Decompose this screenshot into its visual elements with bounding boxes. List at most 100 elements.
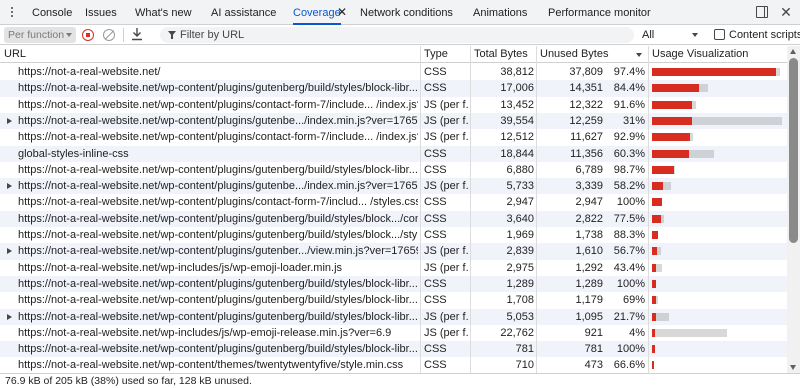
unused-percent-cell: 84.4% — [613, 82, 645, 95]
tab-network-conditions[interactable]: Network conditions — [360, 0, 453, 25]
table-scrollbar[interactable] — [787, 46, 800, 373]
unused-bytes-cell: 473 — [584, 359, 603, 372]
chevron-down-icon — [66, 33, 72, 37]
type-cell: CSS — [424, 229, 447, 241]
unused-bytes-cell: 1,289 — [575, 277, 603, 290]
usage-visualization-bar — [652, 345, 655, 354]
table-row[interactable]: https://not-a-real-website.net/wp-conten… — [0, 243, 787, 260]
unused-percent-cell: 43.4% — [613, 261, 645, 274]
unused-bytes-cell: 11,356 — [570, 147, 603, 160]
scroll-down-icon[interactable] — [790, 365, 796, 370]
table-row[interactable]: https://not-a-real-website.net/wp-conten… — [0, 227, 787, 243]
type-filter-value: All — [642, 29, 655, 41]
table-row[interactable]: https://not-a-real-website.net/wp-conten… — [0, 292, 787, 308]
total-bytes-cell: 12,512 — [500, 131, 534, 144]
type-cell: JS (per f... — [424, 131, 468, 144]
total-bytes-cell: 6,880 — [506, 163, 534, 176]
total-bytes-cell: 38,812 — [500, 66, 534, 78]
unused-bytes-cell: 14,351 — [569, 82, 603, 95]
column-header-url[interactable]: URL — [0, 46, 420, 63]
export-download-icon[interactable] — [130, 27, 144, 42]
unused-bytes-bar — [652, 296, 656, 305]
type-cell: CSS — [424, 82, 447, 95]
unused-bytes-bar — [652, 100, 693, 109]
table-row[interactable]: https://not-a-real-website.net/wp-conten… — [0, 112, 787, 130]
chevron-down-icon — [692, 33, 698, 37]
url-cell: https://not-a-real-website.net/wp-conten… — [18, 343, 418, 356]
unused-bytes-cell: 781 — [584, 343, 603, 356]
expand-row-icon[interactable] — [7, 248, 12, 255]
total-bytes-cell: 2,947 — [506, 196, 534, 209]
url-cell: https://not-a-real-website.net/wp-conten… — [18, 212, 418, 225]
tab-issues[interactable]: Issues — [85, 0, 117, 25]
table-row[interactable]: https://not-a-real-website.net/wp-conten… — [0, 357, 787, 373]
unused-bytes-cell: 6,789 — [575, 163, 603, 176]
table-row[interactable]: https://not-a-real-website.net/wp-conten… — [0, 97, 787, 113]
scroll-thumb[interactable] — [789, 58, 798, 243]
content-scripts-checkbox[interactable] — [714, 29, 725, 40]
table-row[interactable]: https://not-a-real-website.net/wp-conten… — [0, 80, 787, 97]
table-row[interactable]: https://not-a-real-website.net/CSS 38,812… — [0, 64, 787, 80]
total-bytes-cell: 3,640 — [506, 212, 534, 225]
total-bytes-cell: 710 — [515, 359, 534, 372]
type-filter-select[interactable]: All — [642, 27, 702, 43]
tab-whats-new[interactable]: What's new — [135, 0, 192, 25]
table-row[interactable]: https://not-a-real-website.net/wp-includ… — [0, 325, 787, 341]
stop-recording-icon[interactable] — [82, 29, 94, 41]
toolbar-divider — [123, 28, 124, 42]
tab-coverage[interactable]: Coverage — [293, 0, 341, 25]
unused-bytes-bar — [652, 345, 655, 354]
unused-bytes-cell: 3,339 — [575, 180, 603, 193]
type-cell: JS (per f... — [424, 98, 468, 111]
total-bytes-cell: 5,053 — [506, 310, 534, 323]
table-row[interactable]: https://not-a-real-website.net/wp-conten… — [0, 308, 787, 325]
usage-visualization-bar — [652, 149, 714, 158]
filter-icon — [168, 31, 176, 39]
expand-row-icon[interactable] — [7, 313, 12, 320]
unused-bytes-bar — [652, 214, 662, 223]
usage-visualization-bar — [652, 68, 780, 76]
close-tab-icon[interactable]: ✕ — [337, 4, 349, 20]
unused-bytes-bar — [652, 165, 675, 174]
tab-animations[interactable]: Animations — [473, 0, 527, 25]
type-cell: JS (per f... — [424, 310, 468, 323]
close-drawer-icon[interactable]: ✕ — [779, 3, 793, 21]
unused-percent-cell: 58.2% — [613, 180, 645, 193]
table-row[interactable]: global-styles-inline-css CSS 18,844 11,356 6… — [0, 145, 787, 162]
clear-icon[interactable] — [103, 29, 115, 41]
table-row[interactable]: https://not-a-real-website.net/wp-includ… — [0, 260, 787, 276]
column-header-usage-visualization[interactable]: Usage Visualization — [648, 46, 787, 63]
coverage-summary: 76.9 kB of 205 kB (38%) used so far, 128… — [5, 375, 252, 387]
unused-bytes-cell: 1,292 — [575, 261, 603, 274]
column-header-total-bytes[interactable]: Total Bytes — [470, 46, 536, 63]
tab-performance-monitor[interactable]: Performance monitor — [548, 0, 651, 25]
expand-row-icon[interactable] — [7, 117, 12, 124]
tab-ai-assistance[interactable]: AI assistance — [211, 0, 276, 25]
usage-visualization-bar — [652, 247, 662, 256]
table-row[interactable]: https://not-a-real-website.net/wp-conten… — [0, 162, 787, 178]
content-scripts-label[interactable]: Content scripts — [729, 27, 800, 43]
unused-percent-cell: 88.3% — [613, 229, 645, 241]
more-tabs-icon[interactable] — [6, 3, 18, 21]
url-filter-input[interactable] — [180, 27, 620, 43]
coverage-type-select[interactable]: Per function — [4, 27, 76, 43]
table-row[interactable]: https://not-a-real-website.net/wp-conten… — [0, 275, 787, 293]
table-row[interactable]: https://not-a-real-website.net/wp-conten… — [0, 341, 787, 358]
scroll-up-icon[interactable] — [790, 49, 796, 54]
table-row[interactable]: https://not-a-real-website.net/wp-conten… — [0, 178, 787, 195]
table-row[interactable]: https://not-a-real-website.net/wp-conten… — [0, 210, 787, 227]
tab-console[interactable]: Console — [32, 0, 72, 25]
column-header-unused-bytes[interactable]: Unused Bytes — [536, 46, 648, 63]
dock-side-icon[interactable] — [756, 6, 768, 18]
type-cell: JS (per f... — [424, 180, 468, 193]
table-row[interactable]: https://not-a-real-website.net/wp-conten… — [0, 129, 787, 145]
column-header-type[interactable]: Type — [420, 46, 470, 63]
total-bytes-cell: 17,006 — [500, 82, 534, 95]
expand-row-icon[interactable] — [7, 183, 12, 190]
unused-percent-cell: 91.6% — [613, 98, 645, 111]
table-row[interactable]: https://not-a-real-website.net/wp-conten… — [0, 194, 787, 210]
unused-percent-cell: 92.9% — [613, 131, 645, 144]
usage-visualization-bar — [652, 296, 658, 305]
unused-percent-cell: 4% — [629, 326, 645, 339]
url-filter-box[interactable] — [160, 27, 634, 43]
